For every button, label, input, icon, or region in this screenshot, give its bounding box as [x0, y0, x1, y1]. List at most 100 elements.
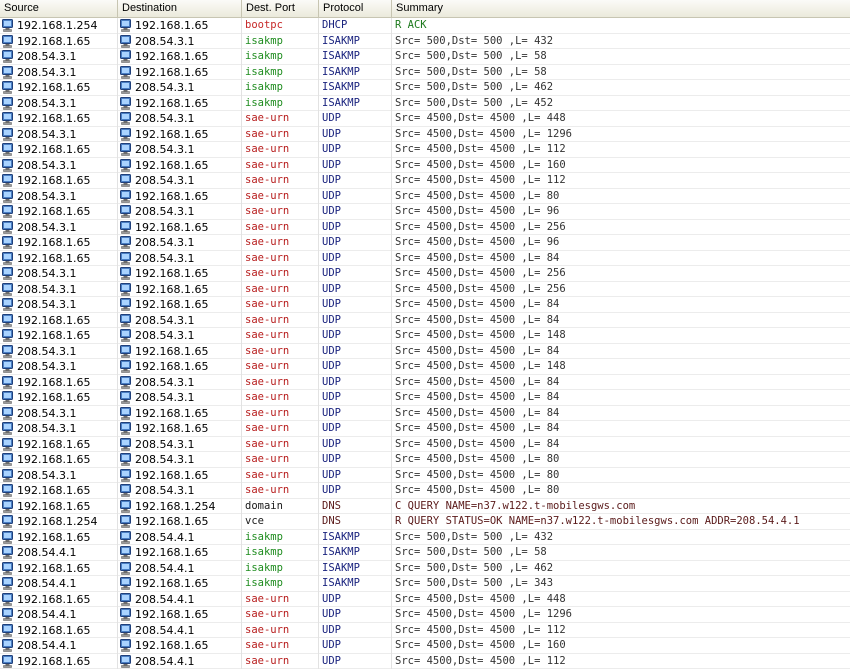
table-row[interactable]: 192.168.1.65 208.54.3.1 isakmp ISAKMP Src= 5… [0, 33, 850, 49]
table-row[interactable]: 192.168.1.65 208.54.3.1 sae-urn UDP Src= 450… [0, 235, 850, 251]
table-row[interactable]: 192.168.1.65 208.54.3.1 sae-urn UDP Src= 450… [0, 483, 850, 499]
summary-cell: Src= 500,Dst= 500 ,L= 432 [395, 34, 554, 47]
dest-port-cell: sae-urn [242, 405, 319, 421]
table-row[interactable]: 192.168.1.65 208.54.3.1 sae-urn UDP Src= 450… [0, 452, 850, 468]
table-row[interactable]: 208.54.3.1 192.168.1.65 isakmp ISAKMP Src= 5… [0, 95, 850, 111]
ip-address: 192.168.1.65 [135, 298, 209, 312]
column-header-summary[interactable]: Summary [392, 0, 850, 17]
computer-icon [120, 360, 131, 373]
ip-address: 208.54.3.1 [135, 251, 195, 265]
dest-port-cell: sae-urn [242, 142, 319, 158]
ip-address: 192.168.1.65 [135, 422, 209, 436]
table-row[interactable]: 208.54.3.1 192.168.1.65 sae-urn UDP Src= 450… [0, 405, 850, 421]
table-row[interactable]: 192.168.1.65 208.54.4.1 isakmp ISAKMP Src= 5… [0, 560, 850, 576]
table-row[interactable]: 208.54.3.1 192.168.1.65 sae-urn UDP Src= 450… [0, 421, 850, 437]
table-row[interactable]: 192.168.1.65 208.54.3.1 sae-urn UDP Src= 450… [0, 374, 850, 390]
table-row[interactable]: 208.54.4.1 192.168.1.65 isakmp ISAKMP Src= 5… [0, 576, 850, 592]
computer-icon [120, 34, 131, 48]
ip-address: 208.54.3.1 [135, 375, 195, 389]
table-row[interactable]: 208.54.4.1 192.168.1.65 sae-urn UDP Src= 450… [0, 607, 850, 623]
summary-cell: Src= 4500,Dst= 4500 ,L= 256 [395, 267, 566, 279]
table-row[interactable]: 208.54.3.1 192.168.1.65 sae-urn UDP Src= 450… [0, 219, 850, 235]
computer-icon [120, 546, 131, 559]
column-header-destination[interactable]: Destination [118, 0, 242, 17]
table-row[interactable]: 192.168.1.65 208.54.3.1 sae-urn UDP Src= 450… [0, 328, 850, 344]
table-row[interactable]: 208.54.4.1 192.168.1.65 isakmp ISAKMP Src= 5… [0, 545, 850, 561]
computer-icon [120, 499, 131, 513]
destination-cell: 208.54.3.1 [118, 235, 242, 251]
table-row[interactable]: 192.168.1.65 208.54.3.1 sae-urn UDP Src= 450… [0, 250, 850, 266]
source-cell: 192.168.1.65 [0, 498, 118, 514]
dest-port-cell: sae-urn [242, 111, 319, 127]
computer-icon [120, 577, 131, 590]
table-row[interactable]: 208.54.3.1 192.168.1.65 sae-urn UDP Src= 450… [0, 157, 850, 173]
table-row[interactable]: 192.168.1.65 192.168.1.254 domain DNS C QUER… [0, 498, 850, 514]
table-row[interactable]: 192.168.1.65 208.54.4.1 sae-urn UDP Src= 450… [0, 591, 850, 607]
dest-port-cell: sae-urn [242, 638, 319, 654]
ip-address: 192.168.1.65 [17, 453, 91, 467]
table-row[interactable]: 192.168.1.254 192.168.1.65 vce DNS R QUERY S… [0, 514, 850, 530]
table-row[interactable]: 192.168.1.65 208.54.4.1 sae-urn UDP Src= 450… [0, 622, 850, 638]
computer-icon [120, 127, 131, 141]
ip-address: 192.168.1.65 [17, 236, 91, 250]
computer-icon [120, 468, 131, 482]
dest-port-cell: sae-urn [242, 467, 319, 483]
dest-port-cell: vce [242, 514, 319, 530]
table-row[interactable]: 208.54.3.1 192.168.1.65 sae-urn UDP Src= 450… [0, 188, 850, 204]
source-cell: 208.54.4.1 [0, 638, 118, 654]
computer-icon [2, 654, 13, 668]
summary-cell: Src= 4500,Dst= 4500 ,L= 84 [395, 437, 560, 450]
table-row[interactable]: 192.168.1.65 208.54.4.1 sae-urn UDP Src= 450… [0, 653, 850, 669]
table-row[interactable]: 192.168.1.65 208.54.3.1 sae-urn UDP Src= 450… [0, 390, 850, 406]
column-header-protocol[interactable]: Protocol [319, 0, 392, 17]
table-row[interactable]: 208.54.3.1 192.168.1.65 isakmp ISAKMP Src= 5… [0, 49, 850, 65]
destination-cell: 208.54.4.1 [118, 529, 242, 545]
table-row[interactable]: 192.168.1.65 208.54.3.1 sae-urn UDP Src= 450… [0, 111, 850, 127]
ip-address: 192.168.1.65 [17, 561, 91, 575]
dest-port-cell: isakmp [242, 529, 319, 545]
summary-cell: Src= 4500,Dst= 4500 ,L= 84 [395, 344, 560, 357]
destination-cell: 208.54.4.1 [118, 653, 242, 669]
table-row[interactable]: 192.168.1.65 208.54.3.1 sae-urn UDP Src= 450… [0, 142, 850, 158]
dest-port-cell: bootpc [242, 18, 319, 34]
ip-address: 208.54.3.1 [135, 313, 195, 327]
table-row[interactable]: 208.54.3.1 192.168.1.65 sae-urn UDP Src= 450… [0, 297, 850, 313]
source-cell: 192.168.1.65 [0, 436, 118, 452]
table-row[interactable]: 192.168.1.65 208.54.3.1 sae-urn UDP Src= 450… [0, 312, 850, 328]
ip-address: 208.54.4.1 [135, 592, 195, 606]
destination-cell: 208.54.3.1 [118, 173, 242, 189]
computer-icon [2, 561, 13, 575]
table-row[interactable]: 192.168.1.65 208.54.3.1 sae-urn UDP Src= 450… [0, 204, 850, 220]
table-row[interactable]: 208.54.3.1 192.168.1.65 isakmp ISAKMP Src= 5… [0, 64, 850, 80]
ip-address: 208.54.3.1 [17, 360, 77, 374]
table-row[interactable]: 192.168.1.65 208.54.3.1 sae-urn UDP Src= 450… [0, 173, 850, 189]
table-row[interactable]: 208.54.3.1 192.168.1.65 sae-urn UDP Src= 450… [0, 359, 850, 375]
source-cell: 208.54.3.1 [0, 343, 118, 359]
table-row[interactable]: 192.168.1.254 192.168.1.65 bootpc DHCP R ACK [0, 18, 850, 34]
source-cell: 192.168.1.65 [0, 173, 118, 189]
table-row[interactable]: 208.54.3.1 192.168.1.65 sae-urn UDP Src= 450… [0, 281, 850, 297]
ip-address: 192.168.1.254 [135, 499, 216, 513]
column-header-dest-port[interactable]: Dest. Port [242, 0, 319, 17]
summary-cell: Src= 4500,Dst= 4500 ,L= 96 [395, 205, 560, 217]
dest-port-cell: isakmp [242, 80, 319, 96]
ip-address: 208.54.3.1 [135, 143, 195, 157]
table-row[interactable]: 192.168.1.65 208.54.3.1 isakmp ISAKMP Src= 5… [0, 80, 850, 96]
computer-icon [120, 592, 131, 606]
computer-icon [120, 608, 131, 621]
destination-cell: 192.168.1.65 [118, 126, 242, 142]
computer-icon [120, 205, 131, 218]
table-row[interactable]: 208.54.3.1 192.168.1.65 sae-urn UDP Src= 450… [0, 126, 850, 142]
table-row[interactable]: 208.54.3.1 192.168.1.65 sae-urn UDP Src= 450… [0, 343, 850, 359]
summary-cell: Src= 4500,Dst= 4500 ,L= 112 [395, 623, 566, 636]
ip-address: 192.168.1.65 [135, 546, 209, 560]
table-row[interactable]: 192.168.1.65 208.54.4.1 isakmp ISAKMP Src= 5… [0, 529, 850, 545]
ip-address: 208.54.3.1 [17, 406, 77, 420]
column-header-source[interactable]: Source [0, 0, 118, 17]
source-cell: 192.168.1.65 [0, 529, 118, 545]
summary-cell: Src= 4500,Dst= 4500 ,L= 448 [395, 112, 566, 124]
table-row[interactable]: 192.168.1.65 208.54.3.1 sae-urn UDP Src= 450… [0, 436, 850, 452]
table-row[interactable]: 208.54.3.1 192.168.1.65 sae-urn UDP Src= 450… [0, 266, 850, 282]
table-row[interactable]: 208.54.4.1 192.168.1.65 sae-urn UDP Src= 450… [0, 638, 850, 654]
table-row[interactable]: 208.54.3.1 192.168.1.65 sae-urn UDP Src= 450… [0, 467, 850, 483]
